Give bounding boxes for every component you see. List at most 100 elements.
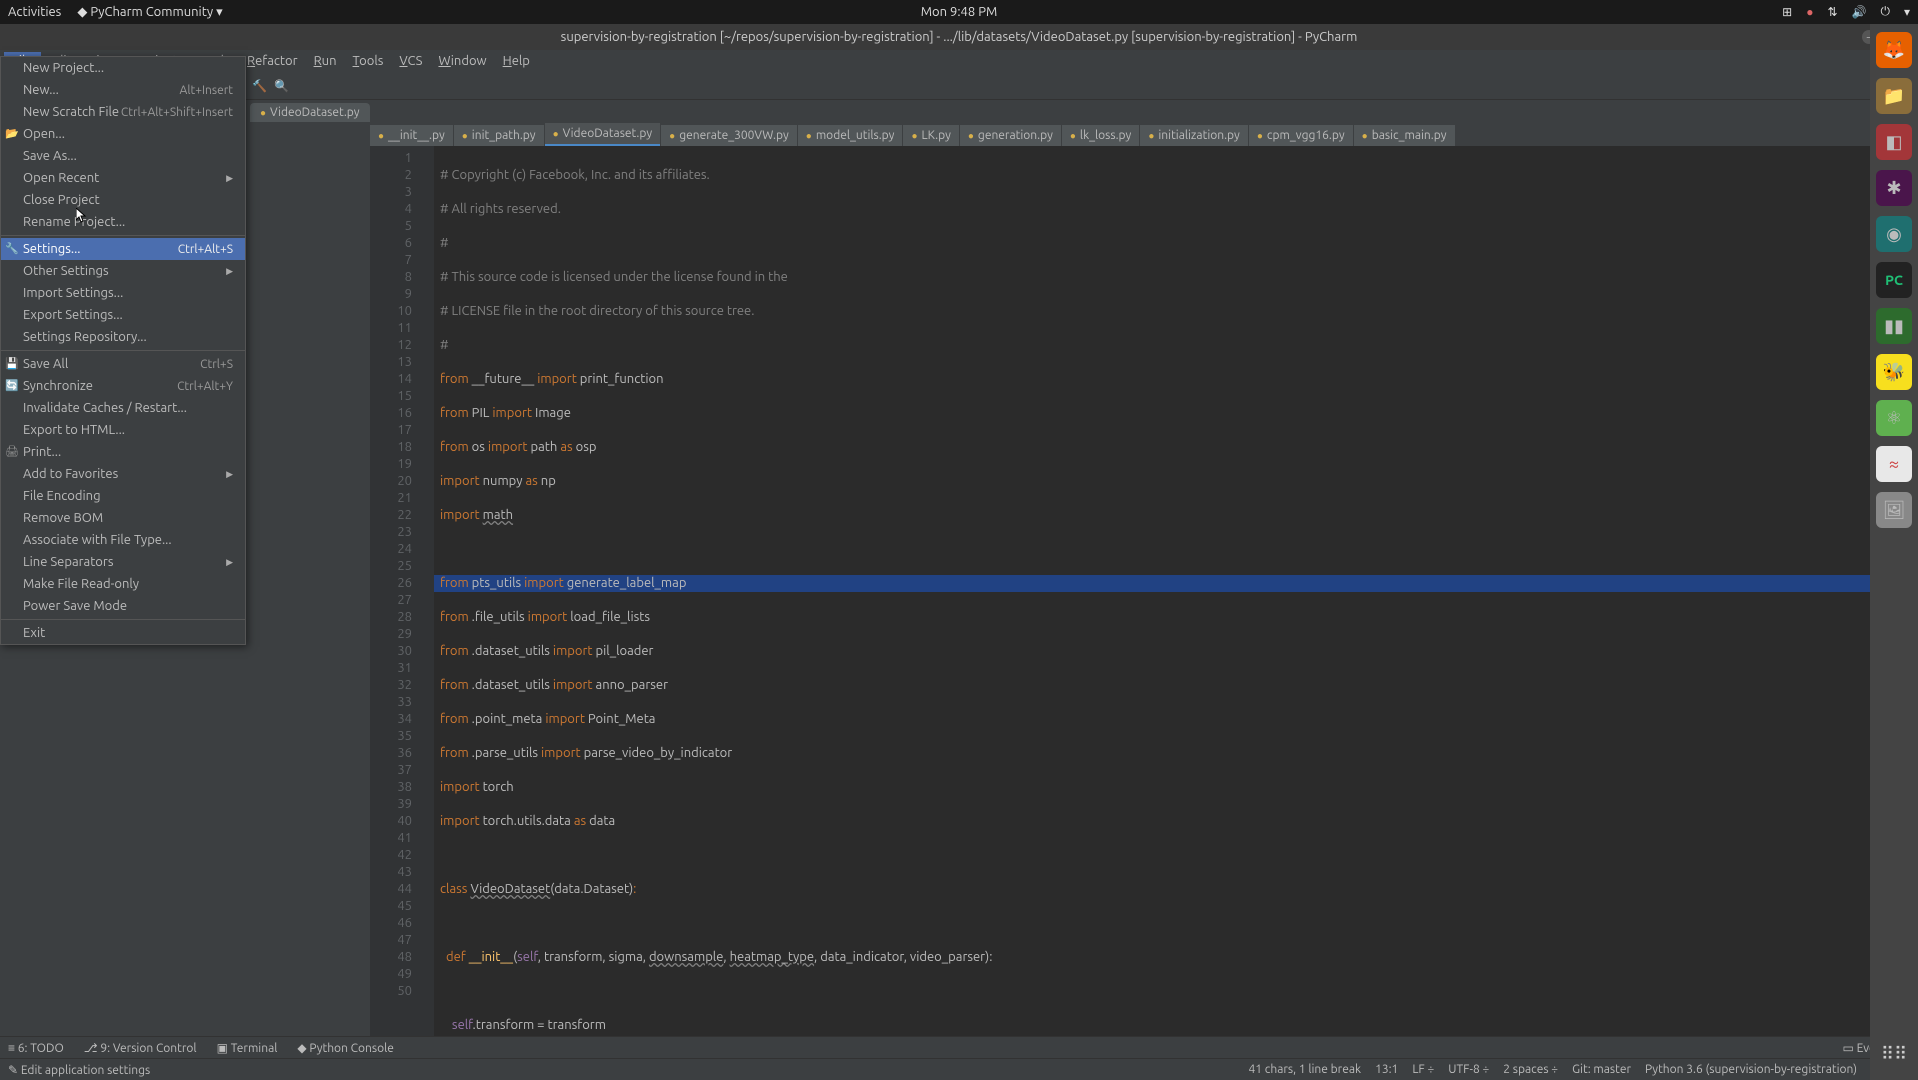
line-number: 35 bbox=[370, 728, 412, 745]
python-console-tab[interactable]: ◆ Python Console bbox=[297, 1041, 393, 1055]
network-icon[interactable]: ⇅ bbox=[1827, 5, 1837, 19]
file-menu-item[interactable]: Remove BOM bbox=[1, 507, 245, 529]
search-icon[interactable]: 🔍 bbox=[274, 78, 290, 94]
status-caret-pos[interactable]: 13:1 bbox=[1375, 1063, 1398, 1077]
file-menu-item[interactable]: Line Separators▶ bbox=[1, 551, 245, 573]
tray-icon[interactable]: ⊞ bbox=[1782, 5, 1792, 19]
menu-item-vcs[interactable]: VCS bbox=[391, 52, 430, 70]
file-menu-item[interactable]: 💾Save AllCtrl+S bbox=[1, 353, 245, 375]
menu-item-label: Remove BOM bbox=[23, 511, 103, 525]
bottom-tool-tabs: ≡ 6: TODO ⎇ 9: Version Control ▣ Termina… bbox=[0, 1036, 1918, 1058]
file-menu-item[interactable]: Power Save Mode bbox=[1, 595, 245, 617]
editor: ●__init__.py●init_path.py●VideoDataset.p… bbox=[370, 122, 1918, 1036]
editor-tab[interactable]: ●__init__.py bbox=[370, 125, 453, 146]
python-icon: ● bbox=[1362, 130, 1368, 142]
dropdown-icon[interactable]: ▾ bbox=[1904, 5, 1910, 19]
file-menu-item[interactable]: Export to HTML... bbox=[1, 419, 245, 441]
file-menu-item[interactable]: New Scratch FileCtrl+Alt+Shift+Insert bbox=[1, 101, 245, 123]
file-menu-item[interactable]: Export Settings... bbox=[1, 304, 245, 326]
file-menu-item[interactable]: Close Project bbox=[1, 189, 245, 211]
line-number: 3 bbox=[370, 184, 412, 201]
menu-item-label: Export to HTML... bbox=[23, 423, 125, 437]
editor-tab-label: __init__.py bbox=[388, 129, 445, 142]
file-menu-item[interactable]: Add to Favorites▶ bbox=[1, 463, 245, 485]
menu-item-window[interactable]: Window bbox=[430, 52, 494, 70]
dock-slack-icon[interactable]: ✱ bbox=[1876, 170, 1912, 206]
status-indent[interactable]: 2 spaces ÷ bbox=[1503, 1063, 1558, 1077]
file-menu-item[interactable]: Save As... bbox=[1, 145, 245, 167]
build-icon[interactable]: 🔨 bbox=[252, 78, 268, 94]
dock-app-icon[interactable]: ≈ bbox=[1876, 446, 1912, 482]
file-menu-item[interactable]: 🔄SynchronizeCtrl+Alt+Y bbox=[1, 375, 245, 397]
python-icon: ● bbox=[553, 128, 559, 140]
editor-tab[interactable]: ●model_utils.py bbox=[798, 125, 903, 146]
vcs-tab[interactable]: ⎇ 9: Version Control bbox=[84, 1041, 197, 1055]
line-number: 16 bbox=[370, 405, 412, 422]
status-interpreter[interactable]: Python 3.6 (supervision-by-registration) bbox=[1645, 1063, 1857, 1077]
breadcrumb-filename: VideoDataset.py bbox=[270, 106, 360, 119]
line-number: 28 bbox=[370, 609, 412, 626]
python-icon: ● bbox=[260, 107, 266, 119]
editor-tab[interactable]: ●LK.py bbox=[903, 125, 958, 146]
file-menu-item[interactable]: 🔧Settings...Ctrl+Alt+S bbox=[1, 238, 245, 260]
editor-tab[interactable]: ●cpm_vgg16.py bbox=[1249, 125, 1353, 146]
dock-apps-grid-icon[interactable]: ⠿⠿ bbox=[1876, 1036, 1912, 1072]
dock-files-icon[interactable]: 📁 bbox=[1876, 78, 1912, 114]
editor-tab[interactable]: ●generation.py bbox=[960, 125, 1061, 146]
file-menu-item[interactable]: Make File Read-only bbox=[1, 573, 245, 595]
status-git-branch[interactable]: Git: master bbox=[1572, 1063, 1631, 1077]
dock-firefox-icon[interactable]: 🦊 bbox=[1876, 32, 1912, 68]
dock-pycharm-icon[interactable]: PC bbox=[1876, 262, 1912, 298]
line-number: 36 bbox=[370, 745, 412, 762]
editor-tab[interactable]: ●VideoDataset.py bbox=[545, 123, 661, 146]
file-menu-item[interactable]: 📂Open... bbox=[1, 123, 245, 145]
file-menu-item[interactable]: 🖨Print... bbox=[1, 441, 245, 463]
status-encoding[interactable]: UTF-8 ÷ bbox=[1448, 1063, 1489, 1077]
app-menu[interactable]: ◆ PyCharm Community ▾ bbox=[77, 5, 222, 20]
volume-icon[interactable]: 🔊 bbox=[1852, 5, 1867, 19]
file-menu-item[interactable]: Import Settings... bbox=[1, 282, 245, 304]
dock-app-icon[interactable]: 🐝 bbox=[1876, 354, 1912, 390]
file-menu-item[interactable]: Settings Repository... bbox=[1, 326, 245, 348]
menu-item-tools[interactable]: Tools bbox=[345, 52, 392, 70]
breadcrumb-tab[interactable]: ● VideoDataset.py bbox=[250, 103, 370, 122]
line-number: 26 bbox=[370, 575, 412, 592]
file-menu-item[interactable]: Associate with File Type... bbox=[1, 529, 245, 551]
line-number: 40 bbox=[370, 813, 412, 830]
line-number: 42 bbox=[370, 847, 412, 864]
line-number: 11 bbox=[370, 320, 412, 337]
dock-app-icon[interactable]: 🖼 bbox=[1876, 492, 1912, 528]
editor-tab[interactable]: ●init_path.py bbox=[454, 125, 544, 146]
dock-app-icon[interactable]: ▮▮ bbox=[1876, 308, 1912, 344]
code-area[interactable]: # Copyright (c) Facebook, Inc. and its a… bbox=[434, 146, 1918, 1036]
editor-tab[interactable]: ●basic_main.py bbox=[1354, 125, 1455, 146]
file-menu-item[interactable]: File Encoding bbox=[1, 485, 245, 507]
line-number: 24 bbox=[370, 541, 412, 558]
tray-icon[interactable]: ● bbox=[1806, 5, 1813, 19]
dock-atom-icon[interactable]: ⚛ bbox=[1876, 400, 1912, 436]
editor-tab[interactable]: ●lk_loss.py bbox=[1062, 125, 1139, 146]
line-number: 32 bbox=[370, 677, 412, 694]
file-menu-item[interactable]: Rename Project... bbox=[1, 211, 245, 233]
file-menu-item[interactable]: New Project... bbox=[1, 57, 245, 79]
dock-app-icon[interactable]: ◉ bbox=[1876, 216, 1912, 252]
editor-tab[interactable]: ●generate_300VW.py bbox=[661, 125, 797, 146]
dock-app-icon[interactable]: ◧ bbox=[1876, 124, 1912, 160]
todo-tab[interactable]: ≡ 6: TODO bbox=[8, 1041, 64, 1055]
menu-item-shortcut: Ctrl+Alt+S bbox=[178, 243, 233, 256]
file-menu-item[interactable]: New...Alt+Insert bbox=[1, 79, 245, 101]
activities-label[interactable]: Activities bbox=[8, 5, 61, 19]
file-menu-item[interactable]: Invalidate Caches / Restart... bbox=[1, 397, 245, 419]
system-clock[interactable]: Mon 9:48 PM bbox=[921, 5, 998, 19]
editor-tab-label: cpm_vgg16.py bbox=[1267, 129, 1345, 142]
menu-item-help[interactable]: Help bbox=[495, 52, 538, 70]
terminal-tab[interactable]: ▣ Terminal bbox=[217, 1041, 278, 1055]
file-menu-item[interactable]: Exit bbox=[1, 622, 245, 644]
menu-item-run[interactable]: Run bbox=[306, 52, 345, 70]
file-menu-item[interactable]: Open Recent▶ bbox=[1, 167, 245, 189]
power-icon[interactable]: ⏻ bbox=[1880, 5, 1890, 19]
file-menu-item[interactable]: Other Settings▶ bbox=[1, 260, 245, 282]
editor-tab[interactable]: ●initialization.py bbox=[1140, 125, 1248, 146]
menu-item-refactor[interactable]: Refactor bbox=[239, 52, 306, 70]
status-line-ending[interactable]: LF ÷ bbox=[1412, 1063, 1434, 1077]
